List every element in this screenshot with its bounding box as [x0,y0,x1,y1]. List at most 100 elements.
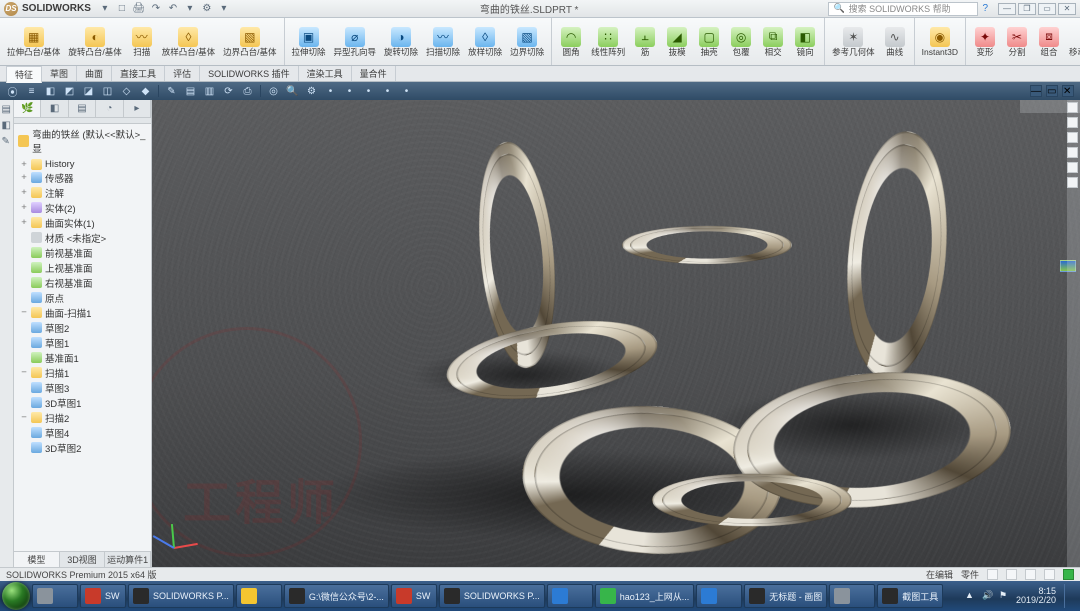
tree-node[interactable]: 上视基准面 [20,260,149,275]
task-pane-tab-icon[interactable] [1067,177,1078,188]
tree-node[interactable]: 右视基准面 [20,275,149,290]
tree-node[interactable]: −曲面-扫描1 [20,305,149,320]
expand-toggle-icon[interactable]: + [20,159,28,170]
ribbon-tab[interactable]: 评估 [165,66,200,81]
ribbon-tab[interactable]: 曲面 [77,66,112,81]
ribbon-button[interactable]: ▧边界凸台/基体 [220,26,279,58]
ribbon-button[interactable]: ⧈组合 [1034,26,1064,58]
ribbon-button[interactable]: ∿曲线 [880,26,910,58]
ribbon-tab[interactable]: 直接工具 [112,66,165,81]
qat-icon[interactable]: ↶ [167,3,179,15]
ribbon-tabs[interactable]: 特征草图曲面直接工具评估SOLIDWORKS 插件渲染工具量合件 [0,66,1080,82]
taskbar-item[interactable]: SOLIDWORKS P... [128,584,234,608]
view-tool-icon[interactable]: • [400,85,413,98]
ribbon-button[interactable]: ◊放样凸台/基体 [159,26,218,58]
qat-icon[interactable]: ⚙ [201,3,213,15]
status-icon[interactable] [1025,569,1036,580]
qat-icon[interactable]: ▾ [218,3,230,15]
tree-node[interactable]: +注解 [20,185,149,200]
ribbon-button[interactable]: ⇄移动/复制实体 [1066,26,1080,58]
view-tool-icon[interactable]: ◩ [63,85,76,98]
view-tool-icon[interactable]: • [343,85,356,98]
fm-tab-config-icon[interactable]: ▤ [69,100,96,117]
motion-tab[interactable]: 模型 [14,552,60,567]
taskbar-item[interactable]: SOLIDWORKS P... [439,584,545,608]
windows-taskbar[interactable]: SWSOLIDWORKS P...G:\微信公众号\2-...SWSOLIDWO… [0,581,1080,611]
ribbon-button[interactable]: ✶参考几何体 [829,26,878,58]
ribbon-tab[interactable]: 草图 [42,66,77,81]
tree-node[interactable]: 3D草图2 [20,440,149,455]
task-pane-tab-icon[interactable] [1067,147,1078,158]
status-icon[interactable] [1006,569,1017,580]
gutter-icon[interactable]: ✎ [2,136,12,146]
ribbon-button[interactable]: ▧边界切除 [507,26,547,58]
tree-node[interactable]: 草图3 [20,380,149,395]
tree-node[interactable]: −扫描1 [20,365,149,380]
tree-node[interactable]: 原点 [20,290,149,305]
tree-node[interactable]: +实体(2) [20,200,149,215]
view-tool-icon[interactable]: ◇ [120,85,133,98]
tree-node[interactable]: −扫描2 [20,410,149,425]
quick-access-toolbar[interactable]: ▾□🖨↷↶▾⚙▾ [99,3,230,15]
qat-icon[interactable]: ▾ [99,3,111,15]
task-pane-tab-icon[interactable] [1067,102,1078,113]
fm-tab-display-icon[interactable]: ◔ [96,100,123,117]
taskbar-item[interactable] [236,584,282,608]
task-pane-tabs[interactable] [1067,102,1078,188]
view-tool-icon[interactable]: ▥ [203,85,216,98]
orientation-triad[interactable] [160,515,204,559]
expand-toggle-icon[interactable]: − [20,367,28,378]
ribbon-button[interactable]: ▣拉伸切除 [289,26,329,58]
ribbon-button[interactable]: ◐旋转凸台/基体 [65,26,124,58]
gutter-icon[interactable]: ▤ [2,104,12,114]
view-tool-icon[interactable]: ◆ [139,85,152,98]
ribbon-button[interactable]: ▢抽壳 [694,26,724,58]
task-pane-tab-icon[interactable] [1067,162,1078,173]
tray-icon[interactable]: ⚑ [999,590,1012,603]
ribbon-button[interactable]: ◎包覆 [726,26,756,58]
expand-toggle-icon[interactable]: + [20,217,28,228]
ribbon-button[interactable]: ⫠筋 [630,26,660,58]
maximize-button[interactable]: ▭ [1038,3,1056,15]
fm-tab-arrow-icon[interactable]: ▸ [124,100,151,117]
taskbar-item[interactable]: SW [80,584,126,608]
view-tool-icon[interactable]: 🔍 [286,85,299,98]
restore-button[interactable]: ❐ [1018,3,1036,15]
view-tool-icon[interactable]: ⚙ [305,85,318,98]
tree-node[interactable]: 草图2 [20,320,149,335]
minimize-button[interactable]: — [998,3,1016,15]
tree-node[interactable]: 基准面1 [20,350,149,365]
status-icon[interactable] [1044,569,1055,580]
tree-root[interactable]: 弯曲的铁丝 (默认<<默认>_显 [14,124,151,158]
ribbon-tab[interactable]: 特征 [6,66,42,83]
tree-node[interactable]: +传感器 [20,170,149,185]
ribbon-button[interactable]: ◢抜模 [662,26,692,58]
left-gutter[interactable]: ▤ ◧ ✎ [0,100,14,567]
expand-toggle-icon[interactable]: + [20,202,28,213]
view-tool-icon[interactable]: • [381,85,394,98]
ribbon-button[interactable]: 〰扫描切除 [423,26,463,58]
view-tool-icon[interactable]: • [324,85,337,98]
status-icon[interactable] [987,569,998,580]
qat-icon[interactable]: 🖨 [133,3,145,15]
cmdbar-window-controls[interactable]: —▭✕ [1030,85,1074,97]
taskbar-item[interactable] [547,584,593,608]
task-pane-tab-icon[interactable] [1067,132,1078,143]
taskbar-item[interactable]: G:\微信公众号\2-... [284,584,389,608]
graphics-viewport[interactable]: 工程师 [152,100,1080,567]
view-tool-icon[interactable]: ⦿ [6,85,19,98]
view-tool-icon[interactable]: ◫ [101,85,114,98]
taskbar-item[interactable] [32,584,78,608]
motion-tab[interactable]: 3D视图 [60,552,106,567]
ribbon-button[interactable]: ∷线性阵列 [588,26,628,58]
expand-toggle-icon[interactable]: − [20,307,28,318]
ribbon-button[interactable]: ◊放样切除 [465,26,505,58]
taskbar-item[interactable]: 截图工具 [877,584,943,608]
help-search-box[interactable]: 🔍 搜索 SOLIDWORKS 帮助 [828,2,978,16]
tree-node[interactable]: +曲面实体(1) [20,215,149,230]
view-tool-icon[interactable]: • [362,85,375,98]
cmd-win-btn[interactable]: ✕ [1062,85,1074,97]
system-tray[interactable]: ▲ 🔊 ⚑ 8:15 2019/2/20 [959,584,1078,608]
taskbar-item[interactable]: hao123_上网从... [595,584,695,608]
motion-tab[interactable]: 运动算件1 [105,552,151,567]
